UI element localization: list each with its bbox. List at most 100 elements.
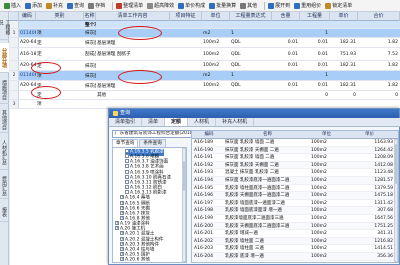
cell-price[interactable]: 182.31 <box>330 81 358 90</box>
toolbar-add-button[interactable]: 添加 <box>25 2 42 9</box>
cell-type[interactable]: 定 <box>36 38 84 47</box>
result-cell-price[interactable]: 1414.51 <box>342 245 396 252</box>
result-cell-unit[interactable]: 100m2 <box>310 154 342 161</box>
cell-qty[interactable]: 0.01 <box>300 38 330 47</box>
cell-expr[interactable] <box>230 100 272 108</box>
cell-content[interactable]: 基层清理 <box>96 81 170 90</box>
cell-price[interactable]: 182.31 <box>330 61 358 70</box>
cell-qty[interactable] <box>300 100 330 108</box>
cell-type[interactable]: 定 <box>36 48 84 60</box>
result-row[interactable]: A16-189 抹灰面 乳胶漆 墙面 二遍 100m2 1163.93 <box>192 139 398 147</box>
cell-unit[interactable]: 100m2 <box>202 48 230 60</box>
expand-toggle-icon[interactable]: + <box>120 252 124 256</box>
cell-price[interactable]: 0 <box>330 91 358 99</box>
result-cell-name[interactable]: 乳胶漆 墙面底漆面漆 增一遍 <box>224 207 310 214</box>
result-row[interactable]: A16-194 抹灰面 乳胶漆底漆一遍面漆二遍 100m2 1281.57 <box>192 177 398 185</box>
cell-content[interactable]: 基层清理 刮腻子 <box>96 48 170 60</box>
cell-unit[interactable] <box>202 100 230 108</box>
result-cell-price[interactable]: 1751.25 <box>342 223 396 230</box>
result-cell-code[interactable]: A16-200 <box>193 223 224 230</box>
cell-price[interactable] <box>330 71 358 80</box>
result-cell-code[interactable]: A16-196 <box>193 192 224 199</box>
cell-total[interactable] <box>358 71 400 80</box>
column-header-5[interactable]: 单位 <box>202 12 230 21</box>
dialog-tab-4[interactable]: 补充人材机 <box>216 118 255 126</box>
expand-toggle-icon[interactable]: + <box>120 205 124 210</box>
result-column-header-2[interactable]: 单位 <box>310 131 342 138</box>
result-scrollbar-thumb[interactable] <box>395 144 397 184</box>
table-row[interactable]: A20-64定抹灰面 刮腻子 墙面顶棚100m2QDL0.010.01182.3… <box>10 61 400 71</box>
cell-unit[interactable]: 100m2 <box>202 38 230 47</box>
result-cell-name[interactable]: 抹灰面 乳胶漆 天棚面 二遍 <box>224 162 310 169</box>
result-column-header-0[interactable]: 编码 <box>193 131 224 138</box>
table-row[interactable]: A16-183定刮成品腻子粉 一般型基层清理 刮腻子100m2QDL0.010.… <box>10 48 400 61</box>
cell-type[interactable]: 定 <box>36 91 84 99</box>
cell-price[interactable] <box>330 21 358 28</box>
result-cell-code[interactable]: A16-199 <box>193 215 224 222</box>
expand-toggle-icon[interactable]: + <box>115 226 119 231</box>
result-row[interactable]: A16-191 抹灰面 乳胶漆 墙面 二遍 100m2 1208.09 <box>192 154 398 162</box>
result-cell-unit[interactable]: 100m2 <box>310 238 342 245</box>
result-cell-name[interactable]: 抹灰面 乳胶漆 天棚面 二遍 <box>224 147 310 154</box>
result-row[interactable]: A16-195 乳胶漆 墙柱面底漆一遍面漆二遍 100m2 1379.59 <box>192 185 398 193</box>
expand-toggle-icon[interactable]: + <box>120 195 124 200</box>
result-cell-name[interactable]: 乳胶漆 天棚面底漆一遍面漆二遍 <box>224 192 310 199</box>
result-cell-price[interactable]: 1208.09 <box>342 154 396 161</box>
result-cell-price[interactable]: 1264.42 <box>342 147 396 154</box>
side-tab-2[interactable]: 措施项目 <box>0 76 9 104</box>
cell-unit[interactable]: 100m2 <box>202 61 230 70</box>
expand-toggle-icon[interactable]: + <box>120 246 124 251</box>
result-column-header-1[interactable]: 名称 <box>224 131 310 138</box>
cell-type[interactable]: 项 <box>36 71 84 80</box>
cell-total[interactable]: 1.82 <box>358 38 400 47</box>
cell-type[interactable]: 项 <box>36 100 84 108</box>
toolbar-expand-button[interactable]: 展开到 <box>268 2 290 9</box>
cell-ratio[interactable]: 0.01 <box>272 61 300 70</box>
cell-code[interactable]: A20-64 <box>19 61 36 70</box>
cell-expr[interactable]: QDL <box>230 38 272 47</box>
result-cell-name[interactable]: 乳胶漆 墙柱面 三遍 <box>224 245 310 252</box>
cell-ratio[interactable]: 0.01 <box>272 48 300 60</box>
result-cell-price[interactable]: 1216.82 <box>342 238 396 245</box>
result-row[interactable]: A16-196 乳胶漆 天棚面底漆一遍面漆二遍 100m2 1475.18 <box>192 192 398 200</box>
toolbar-height-button[interactable]: 超高降效 <box>147 2 174 9</box>
result-row[interactable]: A16-193 混凝土 抹灰面 乳胶漆 二遍 100m2 1123.48 <box>192 169 398 177</box>
result-row[interactable]: A16-192 抹灰面 乳胶漆 天棚面 二遍 100m2 1412.08 <box>192 161 398 170</box>
cell-unit[interactable]: m2 <box>202 29 230 37</box>
cell-qty[interactable]: 0.01 <box>300 61 330 70</box>
cell-name[interactable]: 抹灰面油漆 <box>84 71 96 80</box>
result-row[interactable]: A16-200 乳胶漆 天棚面底漆二遍面漆三遍 100m2 1751.25 <box>192 222 398 231</box>
result-row[interactable]: A16-202 乳胶漆 墙柱面 二遍 100m2 1216.82 <box>192 237 398 246</box>
result-cell-unit[interactable]: 100m2 <box>310 223 342 230</box>
result-cell-name[interactable]: 乳胶漆墙面底漆二遍面漆三遍 <box>224 215 310 222</box>
result-cell-price[interactable]: 1281.57 <box>342 177 396 184</box>
result-cell-unit[interactable]: 100m2 <box>310 245 342 252</box>
result-row[interactable]: A16-201 乳胶漆 增减一遍 100m2 341.31 <box>192 230 398 238</box>
result-column-header-3[interactable]: 单价 <box>342 131 396 138</box>
side-tab-6[interactable]: 报表 <box>0 202 9 222</box>
cell-unit[interactable] <box>202 21 230 28</box>
cell-price[interactable]: 182.31 <box>330 38 358 47</box>
result-cell-code[interactable]: A16-204 <box>193 253 224 260</box>
cell-expr[interactable]: 1 <box>230 71 272 80</box>
toolbar-query-button[interactable]: 查询 <box>67 2 84 9</box>
toolbar-lock-button[interactable]: 锁定清单 <box>325 2 352 9</box>
result-cell-name[interactable]: 混凝土 抹灰面 乳胶漆 二遍 <box>224 169 310 176</box>
column-header-2[interactable]: 名称 <box>84 12 96 21</box>
result-row[interactable]: A16-197 乳胶漆 墙面底漆一遍面漆二遍 100m2 1311.42 <box>192 200 398 208</box>
result-cell-code[interactable]: A16-192 <box>193 162 224 169</box>
tree-node[interactable]: +A.20.6 其他 <box>120 257 150 262</box>
cell-content[interactable] <box>96 61 170 70</box>
cell-code[interactable]: A20-64 <box>19 38 36 47</box>
result-cell-code[interactable]: A16-194 <box>193 177 224 184</box>
result-cell-code[interactable]: A16-191 <box>193 154 224 161</box>
result-cell-code[interactable]: A16-202 <box>193 238 224 245</box>
result-cell-code[interactable]: A16-189 <box>193 139 224 146</box>
column-header-6[interactable]: 工程量表达式 <box>230 12 272 21</box>
result-cell-price[interactable]: 1163.93 <box>342 139 396 146</box>
column-header-7[interactable]: 含量 <box>272 12 300 21</box>
result-cell-name[interactable]: 乳胶漆 天棚面底漆二遍面漆三遍 <box>224 223 310 230</box>
side-tab-3[interactable]: 其他项目 <box>0 107 9 133</box>
toolbar-price-button[interactable]: 单价构成 <box>178 2 205 9</box>
result-cell-name[interactable]: 乳胶漆 底漆 增一遍 <box>224 253 310 260</box>
